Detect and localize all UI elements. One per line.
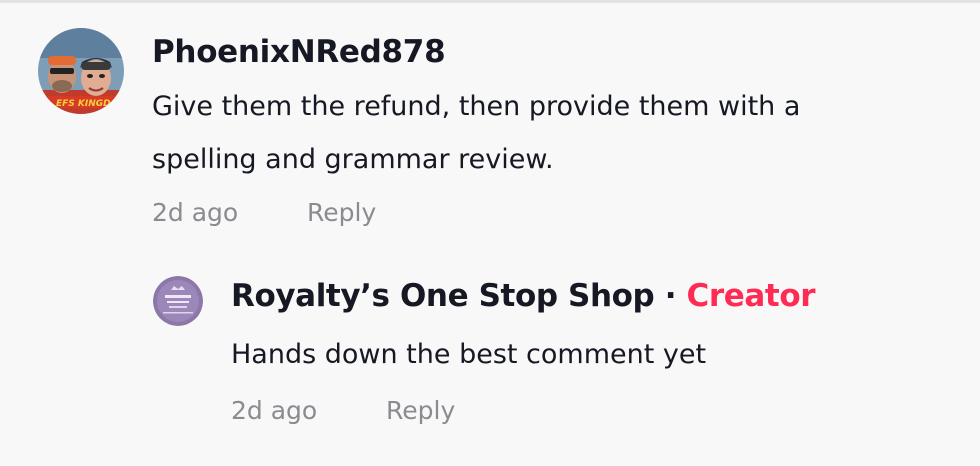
reply-text: Hands down the best comment yet (231, 339, 707, 370)
separator-dot: · (664, 278, 677, 314)
commenter-username[interactable]: PhoenixNRed878 (152, 34, 446, 70)
commenter-avatar[interactable]: EFS KINGD (38, 28, 124, 114)
creator-avatar[interactable] (153, 276, 203, 326)
top-divider (0, 0, 980, 3)
creator-username-line: Royalty’s One Stop Shop · Creator (231, 278, 816, 314)
reply-timestamp: 2d ago (231, 396, 318, 425)
comment-text: Give them the refund, then provide them … (152, 91, 801, 175)
avatar-photo: EFS KINGD (38, 28, 124, 114)
svg-text:EFS KINGD: EFS KINGD (56, 99, 111, 109)
creator-logo (153, 276, 203, 326)
creator-username[interactable]: Royalty’s One Stop Shop (231, 278, 655, 314)
comment-reply-button[interactable]: Reply (307, 198, 376, 227)
creator-badge: Creator (686, 278, 816, 314)
comment-timestamp: 2d ago (152, 198, 239, 227)
reply-reply-button[interactable]: Reply (386, 396, 455, 425)
